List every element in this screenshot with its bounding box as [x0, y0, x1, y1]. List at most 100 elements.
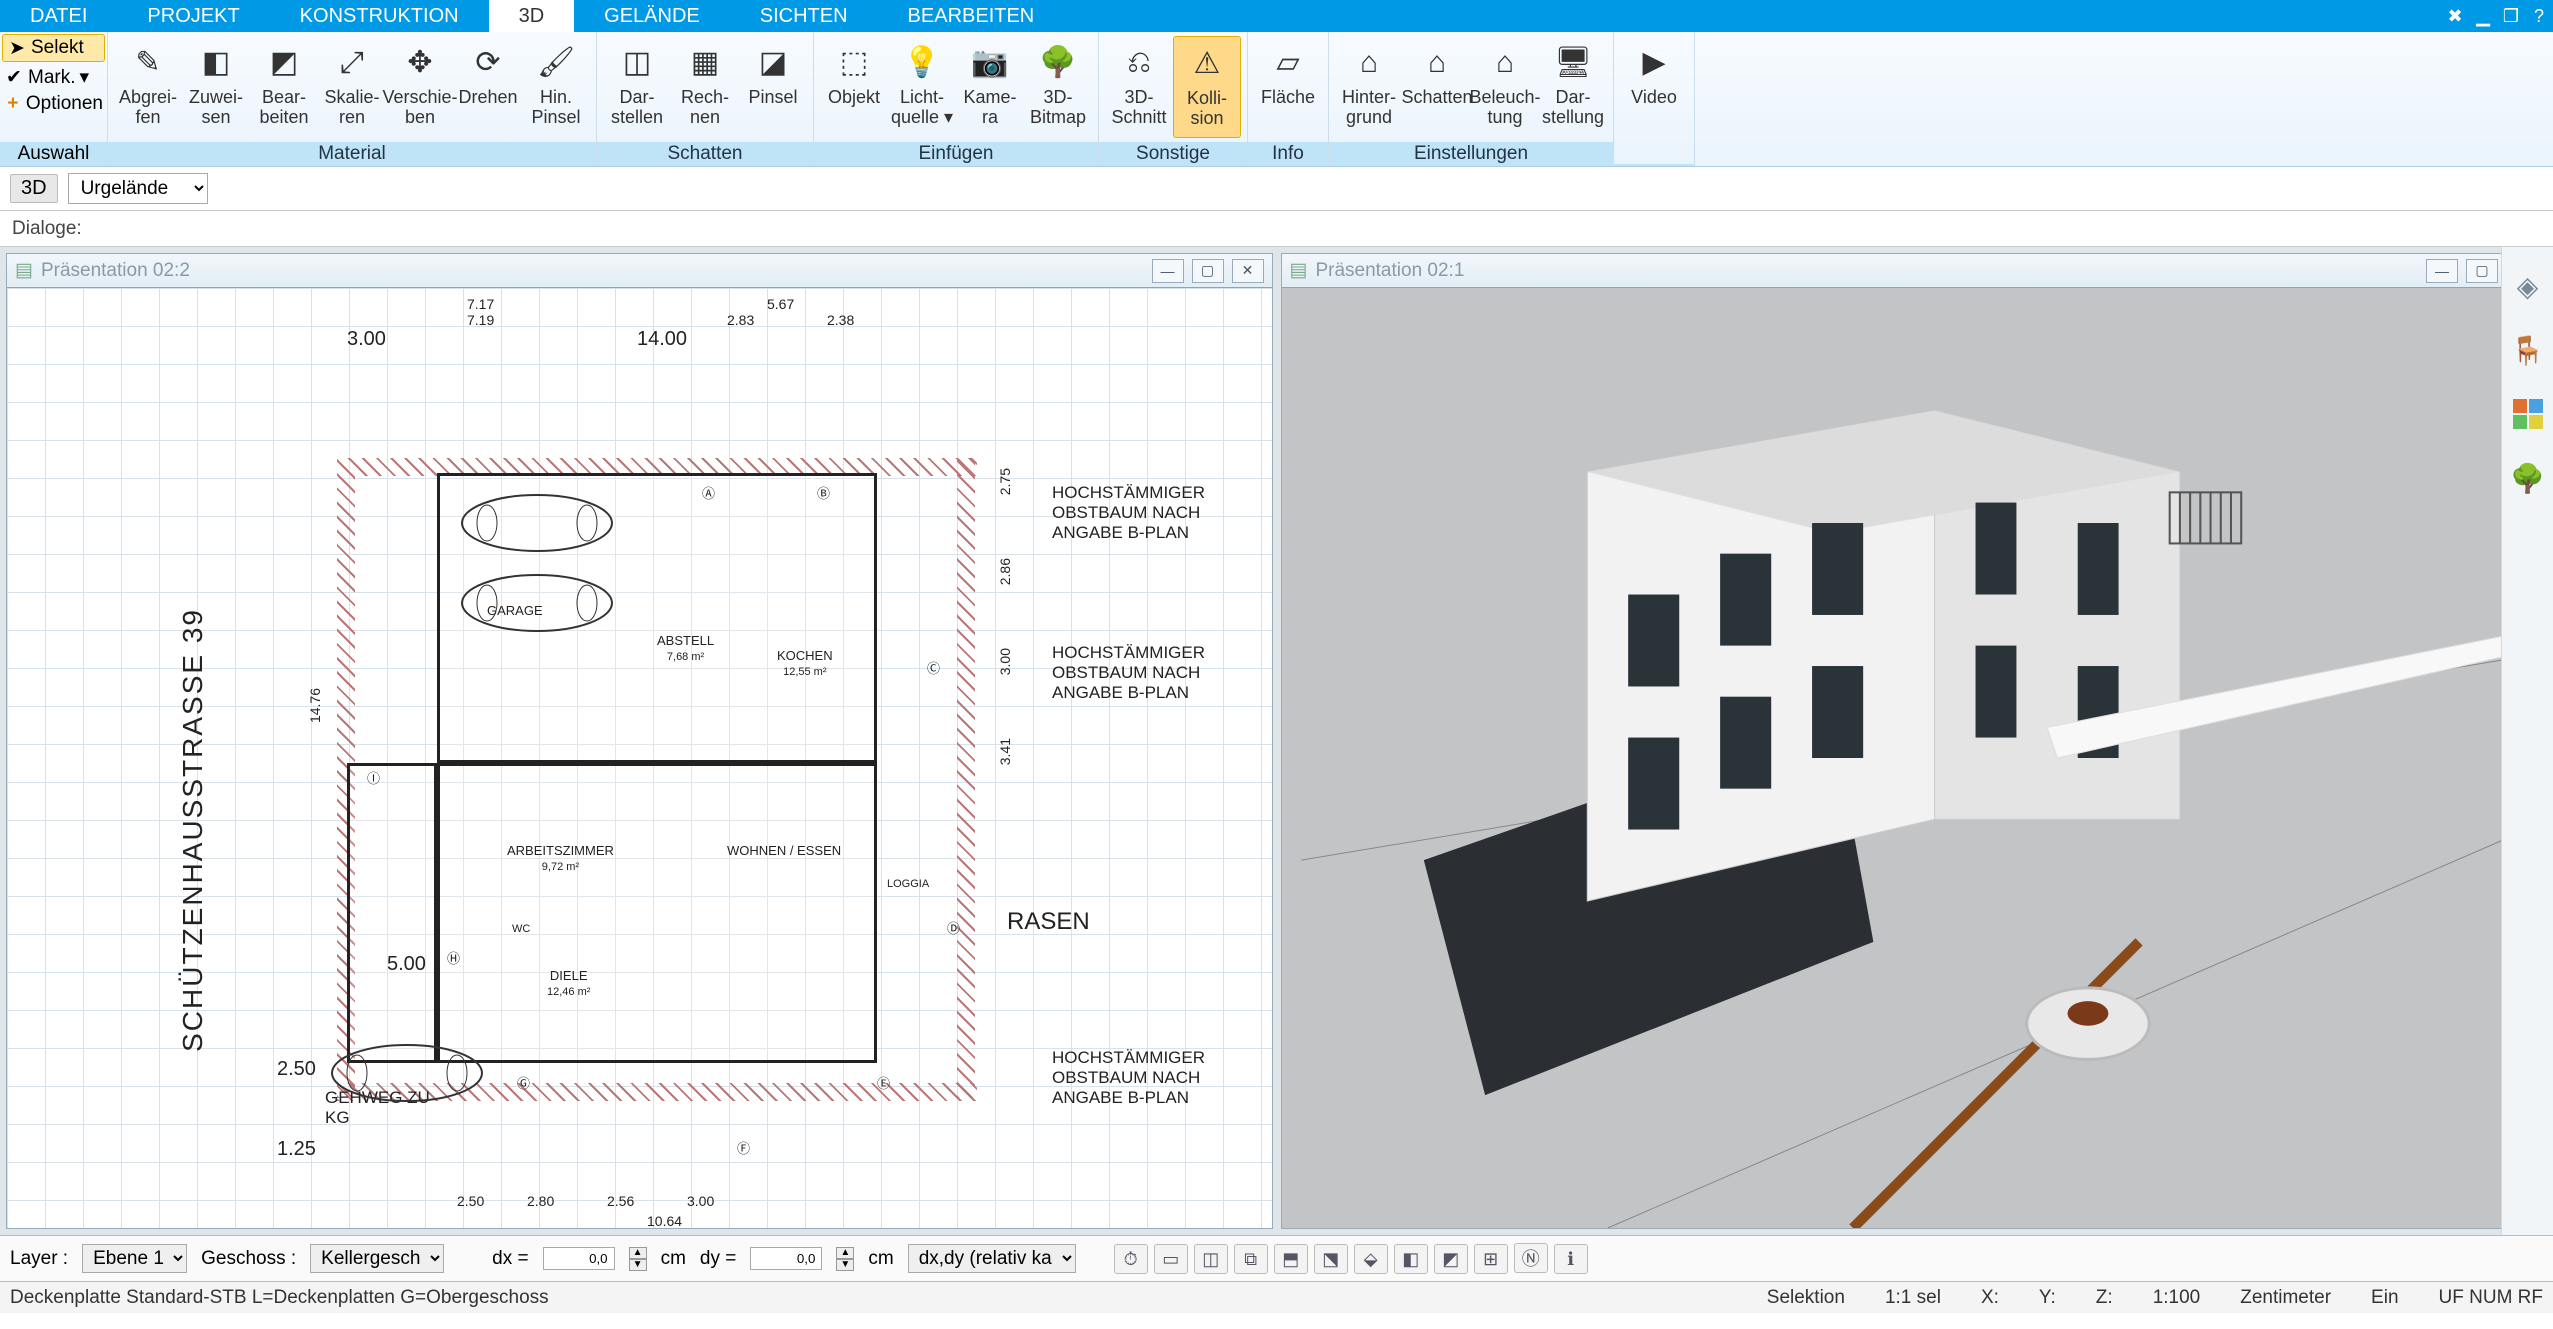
app-restore-icon[interactable]: ❐ — [2497, 0, 2525, 32]
ribbon-schatten2-button[interactable]: ⌂Schatten — [1403, 36, 1471, 136]
pane-2d-body[interactable]: GARAGE ABSTELL7,68 m² KOCHEN12,55 m² WOH… — [7, 288, 1272, 1228]
ribbon-flaeche-button[interactable]: ▱Fläche — [1254, 36, 1322, 136]
layer-select[interactable]: Ebene 1 — [82, 1244, 187, 1273]
ribbon-kollision-button[interactable]: ⚠Kolli- sion — [1173, 36, 1241, 138]
bottom-tool-5[interactable]: ⬔ — [1314, 1244, 1348, 1274]
menu-tab-projekt[interactable]: PROJEKT — [117, 0, 269, 32]
bottom-tool-7[interactable]: ◧ — [1394, 1244, 1428, 1274]
video-label: Video — [1631, 88, 1677, 132]
plus-icon: + — [4, 94, 22, 114]
pane-maximize-icon[interactable]: ▢ — [1192, 259, 1224, 283]
status-unit: Zentimeter — [2240, 1287, 2331, 1309]
objekt-icon: ⬚ — [832, 40, 876, 84]
status-bar: Deckenplatte Standard-STB L=Deckenplatte… — [0, 1281, 2553, 1313]
ribbon-darstellung-button[interactable]: 🖥Dar- stellung — [1539, 36, 1607, 136]
furniture-icon[interactable]: 🪑 — [2509, 331, 2547, 369]
ribbon-darstellen-button[interactable]: ◫Dar- stellen — [603, 36, 671, 136]
right-rail: ◈ 🪑 🌳 — [2501, 247, 2553, 1235]
abgreifen-label: Abgrei- fen — [119, 88, 177, 132]
ribbon-3dschnitt-button[interactable]: ⎌3D- Schnitt — [1105, 36, 1173, 136]
ribbon-kamera-button[interactable]: 📷Kame- ra — [956, 36, 1024, 136]
menu-tab-konstruktion[interactable]: KONSTRUKTION — [270, 0, 489, 32]
pane-3d-titlebar[interactable]: ▤ Präsentation 02:1 — ▢ ✕ — [1282, 254, 2547, 288]
status-x: X: — [1981, 1287, 1999, 1309]
menu-tab-3d[interactable]: 3D — [489, 0, 575, 32]
geschoss-select[interactable]: Kellergesch — [310, 1244, 444, 1273]
ribbon-zuweisen-button[interactable]: ◧Zuwei- sen — [182, 36, 250, 136]
layers-icon[interactable]: ◈ — [2509, 267, 2547, 305]
ribbon-objekt-button[interactable]: ⬚Objekt — [820, 36, 888, 136]
bottom-tool-4[interactable]: ⬒ — [1274, 1244, 1308, 1274]
hinpinsel-label: Hin. Pinsel — [531, 88, 580, 132]
ribbon-abgreifen-button[interactable]: ✎Abgrei- fen — [114, 36, 182, 136]
dim-b2: 2.80 — [527, 1193, 554, 1209]
menu-tab-sichten[interactable]: SICHTEN — [730, 0, 878, 32]
select-mode-button[interactable]: ➤ Selekt — [2, 34, 105, 62]
ribbon-rechnen-button[interactable]: ▦Rech- nen — [671, 36, 739, 136]
ribbon-beleuchtung-button[interactable]: ⌂Beleuch- tung — [1471, 36, 1539, 136]
coord-mode-select[interactable]: dx,dy (relativ ka — [908, 1244, 1076, 1273]
rechnen-icon: ▦ — [683, 40, 727, 84]
car-icon — [457, 568, 617, 638]
bottom-tool-3[interactable]: ⧉ — [1234, 1244, 1268, 1274]
flaeche-icon: ▱ — [1266, 40, 1310, 84]
ribbon-hinpinsel-button[interactable]: 🖌Hin. Pinsel — [522, 36, 590, 136]
ribbon-selection-column: ➤ Selekt ✔ Mark. ▾ + Optionen Auswahl — [0, 32, 108, 166]
palette-icon[interactable] — [2509, 395, 2547, 433]
dim-left4: 1.25 — [277, 1138, 316, 1161]
bottom-tool-0[interactable]: ⏱ — [1114, 1244, 1148, 1274]
bottom-tool-9[interactable]: ⊞ — [1474, 1244, 1508, 1274]
dim-b3: 2.56 — [607, 1193, 634, 1209]
dim-r4: 3.41 — [997, 738, 1013, 765]
ribbon-video-button[interactable]: ▶Video — [1620, 36, 1688, 136]
pane-close-icon[interactable]: ✕ — [1232, 259, 1264, 283]
dx-unit: cm — [661, 1248, 686, 1270]
mark-mode-button[interactable]: ✔ Mark. ▾ — [0, 64, 107, 91]
options-label: Optionen — [26, 93, 103, 115]
bottom-tool-2[interactable]: ◫ — [1194, 1244, 1228, 1274]
dx-input[interactable] — [543, 1247, 615, 1270]
options-button[interactable]: + Optionen — [0, 91, 107, 117]
ribbon-bearbeiten-button[interactable]: ◩Bear- beiten — [250, 36, 318, 136]
ribbon-lichtquelle-button[interactable]: 💡Licht- quelle ▾ — [888, 36, 956, 136]
bottom-tool-8[interactable]: ◩ — [1434, 1244, 1468, 1274]
pane-minimize-icon[interactable]: — — [1152, 259, 1184, 283]
verschieben-label: Verschie- ben — [382, 88, 457, 132]
ribbon-pinsel-button[interactable]: ◪Pinsel — [739, 36, 807, 136]
pane-minimize-icon[interactable]: — — [2426, 259, 2458, 283]
tree-icon[interactable]: 🌳 — [2509, 459, 2547, 497]
menu-tab-gelaende[interactable]: GELÄNDE — [574, 0, 730, 32]
dim-b4: 3.00 — [687, 1193, 714, 1209]
3dbitmap-icon: 🌳 — [1036, 40, 1080, 84]
bottom-tool-11[interactable]: ℹ — [1554, 1244, 1588, 1274]
terrain-select[interactable]: Urgelände — [68, 173, 208, 204]
note-tree-3: HOCHSTÄMMIGER OBSTBAUM NACH ANGABE B-PLA… — [1052, 1048, 1205, 1108]
pane-2d-titlebar[interactable]: ▤ Präsentation 02:2 — ▢ ✕ — [7, 254, 1272, 288]
app-help-icon[interactable]: ? — [2525, 0, 2553, 32]
dim-top-total: 14.00 — [637, 328, 687, 351]
dim-t3: 5.67 — [767, 296, 794, 312]
ribbon-drehen-button[interactable]: ⟳Drehen — [454, 36, 522, 136]
ribbon-hintergrund-button[interactable]: ⌂Hinter- grund — [1335, 36, 1403, 136]
bottom-tool-6[interactable]: ⬙ — [1354, 1244, 1388, 1274]
dx-stepper[interactable]: ▲▼ — [629, 1247, 647, 1271]
selection-group-label: Auswahl — [0, 142, 107, 166]
ribbon-3dbitmap-button[interactable]: 🌳3D- Bitmap — [1024, 36, 1092, 136]
status-ratio: 1:1 sel — [1885, 1287, 1941, 1309]
ribbon-verschieben-button[interactable]: ✥Verschie- ben — [386, 36, 454, 136]
menu-tab-bearbeiten[interactable]: BEARBEITEN — [878, 0, 1065, 32]
ribbon-skalieren-button[interactable]: ⤢Skalie- ren — [318, 36, 386, 136]
menu-tab-datei[interactable]: DATEI — [0, 0, 117, 32]
app-minimize-icon[interactable]: ▁ — [2469, 0, 2497, 32]
schatten2-icon: ⌂ — [1415, 40, 1459, 84]
app-tool-icon[interactable]: ✖ — [2441, 0, 2469, 32]
pinsel-icon: ◪ — [751, 40, 795, 84]
dy-input[interactable] — [750, 1247, 822, 1270]
status-left: Deckenplatte Standard-STB L=Deckenplatte… — [10, 1287, 549, 1309]
dy-stepper[interactable]: ▲▼ — [836, 1247, 854, 1271]
geschoss-label: Geschoss : — [201, 1248, 296, 1270]
pane-3d-body[interactable] — [1282, 288, 2547, 1228]
pane-maximize-icon[interactable]: ▢ — [2466, 259, 2498, 283]
bottom-tool-1[interactable]: ▭ — [1154, 1244, 1188, 1274]
bottom-tool-10[interactable]: Ⓝ — [1514, 1243, 1548, 1273]
